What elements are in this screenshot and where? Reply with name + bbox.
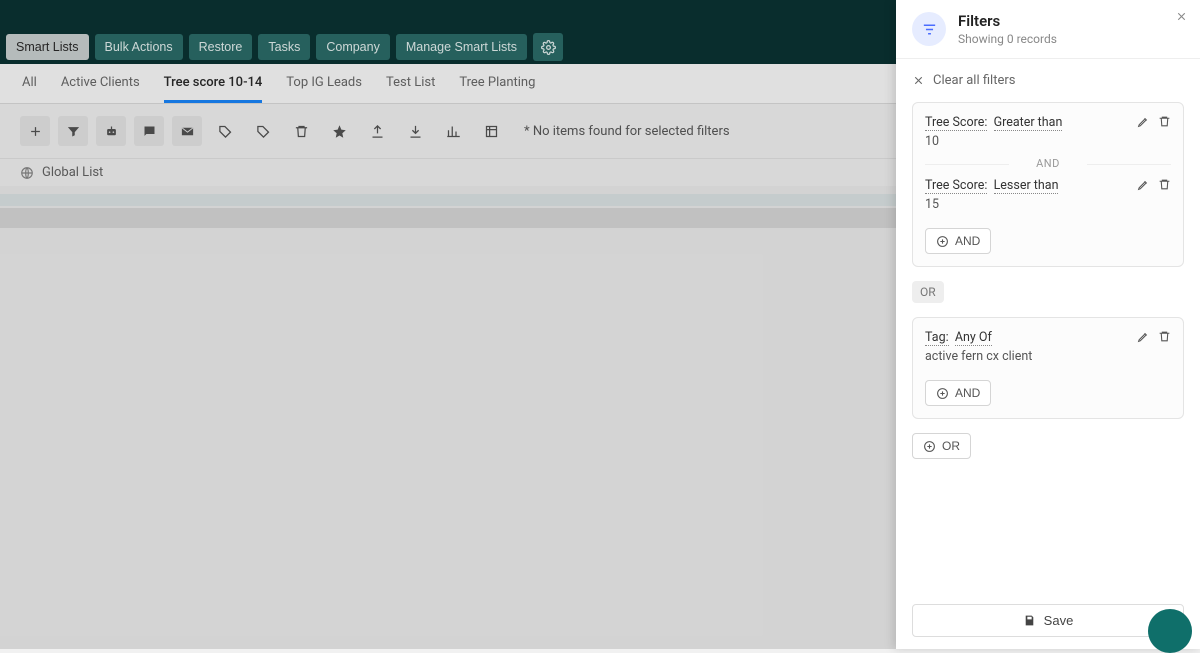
chart-icon [446,124,461,139]
cond3-field: Tag: [925,330,949,346]
nav-tasks[interactable]: Tasks [258,34,310,60]
add-or-label: OR [942,439,960,453]
cond2-op: Lesser than [994,178,1059,194]
pencil-icon [1137,115,1150,128]
cond3-edit-button[interactable] [1137,330,1150,346]
save-icon [1023,614,1036,627]
funnel-icon [66,124,81,139]
gear-icon [541,40,556,55]
filter-condition-1[interactable]: Tree Score: Greater than 10 [925,115,1171,149]
filters-panel: Filters Showing 0 records Clear all filt… [896,0,1200,649]
cond2-delete-button[interactable] [1158,178,1171,194]
clear-all-filters[interactable]: Clear all filters [912,73,1184,88]
cond3-delete-button[interactable] [1158,330,1171,346]
add-and-button-2[interactable]: AND [925,380,991,406]
subtab-test-list[interactable]: Test List [386,65,435,103]
plus-icon [28,124,43,139]
save-button[interactable]: Save [912,604,1184,637]
trash-icon [294,124,309,139]
close-panel-button[interactable] [1175,10,1188,26]
cond1-field: Tree Score: [925,115,987,131]
mail-icon [180,124,195,139]
trash-icon [1158,178,1171,191]
upload-icon [370,124,385,139]
subtab-tree-planting[interactable]: Tree Planting [459,65,535,103]
robot-icon [104,124,119,139]
cond1-edit-button[interactable] [1137,115,1150,131]
tag-icon [256,124,271,139]
remove-tag-button[interactable] [248,116,278,146]
trash-icon [1158,115,1171,128]
download-icon [408,124,423,139]
nav-bulk-actions[interactable]: Bulk Actions [95,34,183,60]
cond3-value: active fern cx client [925,349,1171,364]
nav-manage-smart-lists[interactable]: Manage Smart Lists [396,34,527,60]
global-list-label: Global List [42,165,103,180]
email-button[interactable] [172,116,202,146]
add-and-button-1[interactable]: AND [925,228,991,254]
panel-subtitle: Showing 0 records [958,32,1057,46]
cond2-field: Tree Score: [925,178,987,194]
delete-button[interactable] [286,116,316,146]
add-tag-button[interactable] [210,116,240,146]
star-icon [332,124,347,139]
or-separator: OR [912,281,944,303]
trash-icon [1158,330,1171,343]
no-items-text: * No items found for selected filters [524,124,730,139]
cond2-edit-button[interactable] [1137,178,1150,194]
panel-header: Filters Showing 0 records [896,0,1200,59]
pencil-icon [1137,178,1150,191]
add-button[interactable] [20,116,50,146]
filter-lines-icon [921,21,938,38]
panel-body: Clear all filters Tree Score: Greater th… [896,59,1200,592]
cond1-delete-button[interactable] [1158,115,1171,131]
filter-group-1: Tree Score: Greater than 10 AND Tree Sco… [912,102,1184,267]
star-button[interactable] [324,116,354,146]
frame-button[interactable] [476,116,506,146]
filter-condition-2[interactable]: Tree Score: Lesser than 15 [925,178,1171,212]
panel-title: Filters [958,12,1057,30]
chat-icon [142,124,157,139]
cond2-value: 15 [925,197,1171,212]
x-icon [912,74,925,87]
sms-button[interactable] [134,116,164,146]
filter-button[interactable] [58,116,88,146]
nav-settings-button[interactable] [533,33,563,61]
import-button[interactable] [400,116,430,146]
chat-fab[interactable] [1148,609,1192,653]
subtab-all[interactable]: All [22,65,37,103]
clear-all-label: Clear all filters [933,73,1015,88]
filter-icon-badge [912,12,946,46]
add-or-button[interactable]: OR [912,433,971,459]
add-and-label-2: AND [955,386,980,400]
subtab-active-clients[interactable]: Active Clients [61,65,140,103]
frame-icon [484,124,499,139]
filter-condition-3[interactable]: Tag: Any Of active fern cx client [925,330,1171,364]
subtab-top-ig-leads[interactable]: Top IG Leads [286,65,362,103]
nav-restore[interactable]: Restore [189,34,253,60]
cond1-op: Greater than [994,115,1063,131]
close-icon [1175,10,1188,23]
export-button[interactable] [362,116,392,146]
pencil-icon [1137,330,1150,343]
plus-circle-icon [936,235,949,248]
globe-icon [20,166,34,180]
bot-button[interactable] [96,116,126,146]
cond1-value: 10 [925,134,1171,149]
chart-button[interactable] [438,116,468,146]
plus-circle-icon [936,387,949,400]
nav-company[interactable]: Company [316,34,390,60]
tag-plus-icon [218,124,233,139]
nav-smart-lists[interactable]: Smart Lists [6,34,89,60]
and-separator: AND [925,157,1171,170]
subtab-tree-score[interactable]: Tree score 10-14 [164,65,263,103]
plus-circle-icon [923,440,936,453]
add-and-label: AND [955,234,980,248]
cond3-op: Any Of [955,330,992,346]
filter-group-2: Tag: Any Of active fern cx client AND [912,317,1184,419]
save-label: Save [1044,613,1074,628]
